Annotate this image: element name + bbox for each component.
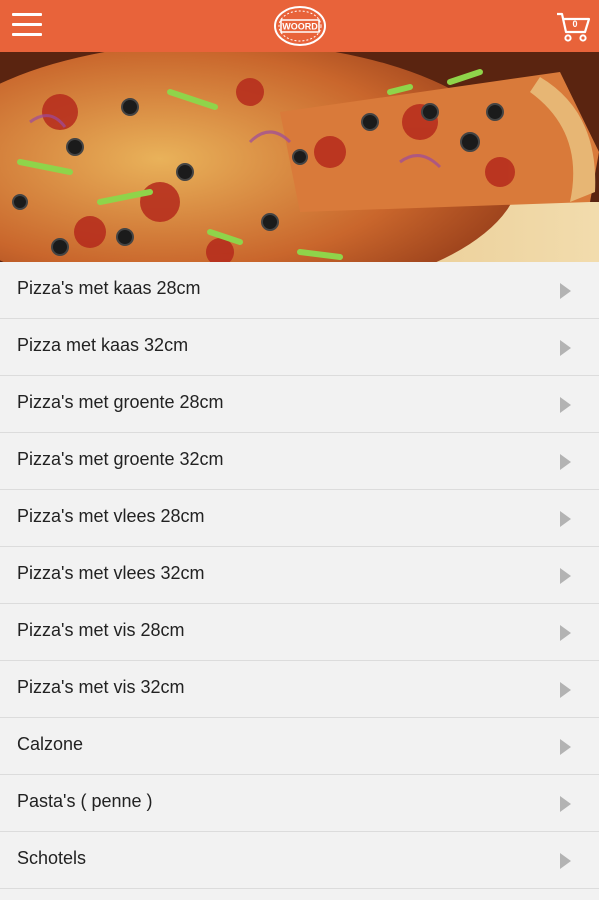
category-label: Pizza's met groente 32cm — [17, 449, 224, 469]
cart-count-badge: 0 — [572, 19, 578, 29]
category-label: Pizza's met vlees 28cm — [17, 506, 205, 526]
chevron-right-icon — [560, 511, 571, 527]
category-label: Pasta's ( penne ) — [17, 791, 153, 811]
category-label: Pizza met kaas 32cm — [17, 335, 189, 355]
category-item[interactable]: Pizza's met kaas 28cm — [0, 262, 599, 319]
category-item[interactable]: Pizza's met vis 32cm — [0, 661, 599, 718]
category-item[interactable]: Pizza's met groente 32cm — [0, 433, 599, 490]
category-label: Calzone — [17, 734, 84, 754]
chevron-right-icon — [560, 283, 571, 299]
chevron-right-icon — [560, 454, 571, 470]
chevron-right-icon — [560, 853, 571, 869]
category-label: Pizza's met vis 32cm — [17, 677, 185, 697]
category-item[interactable]: Pizza's met groente 28cm — [0, 376, 599, 433]
brand-logo[interactable]: WOORD — [273, 5, 327, 47]
category-label: Pizza's met groente 28cm — [17, 392, 224, 412]
logo-text: WOORD — [282, 22, 318, 32]
chevron-right-icon — [560, 625, 571, 641]
chevron-right-icon — [560, 739, 571, 755]
pizza-banner-image — [0, 52, 599, 262]
hamburger-menu-icon[interactable] — [12, 13, 42, 37]
category-item[interactable]: Pizza met kaas 32cm — [0, 319, 599, 376]
category-list: Pizza's met kaas 28cm Pizza met kaas 32c… — [0, 262, 599, 889]
category-label: Pizza's met vlees 32cm — [17, 563, 205, 583]
chevron-right-icon — [560, 340, 571, 356]
category-item[interactable]: Pasta's ( penne ) — [0, 775, 599, 832]
category-item[interactable]: Pizza's met vlees 32cm — [0, 547, 599, 604]
chevron-right-icon — [560, 682, 571, 698]
shopping-cart-icon[interactable]: 0 — [555, 10, 591, 44]
chevron-right-icon — [560, 796, 571, 812]
category-label: Pizza's met kaas 28cm — [17, 278, 201, 298]
category-item[interactable]: Pizza's met vis 28cm — [0, 604, 599, 661]
category-item[interactable]: Calzone — [0, 718, 599, 775]
category-label: Pizza's met vis 28cm — [17, 620, 185, 640]
chevron-right-icon — [560, 397, 571, 413]
top-app-bar: WOORD 0 — [0, 0, 599, 52]
category-label: Schotels — [17, 848, 87, 868]
chevron-right-icon — [560, 568, 571, 584]
category-item[interactable]: Pizza's met vlees 28cm — [0, 490, 599, 547]
category-item[interactable]: Schotels — [0, 832, 599, 889]
